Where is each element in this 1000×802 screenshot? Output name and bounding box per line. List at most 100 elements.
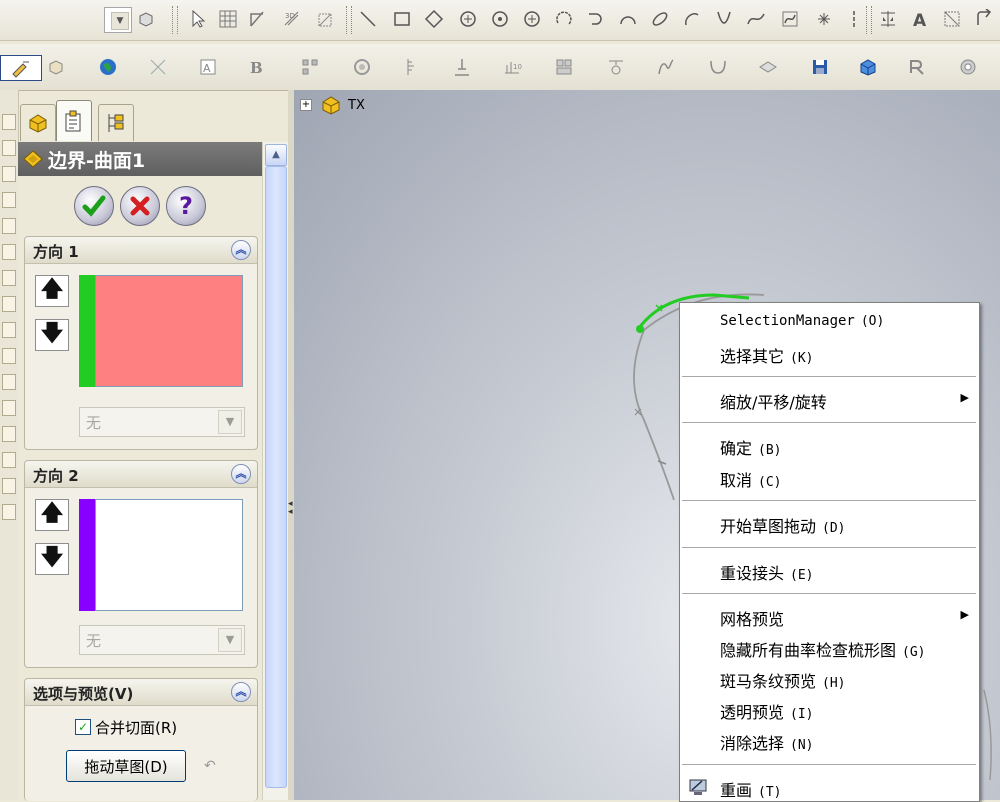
chevron-down-icon[interactable]: ▼	[218, 410, 242, 434]
cube-icon[interactable]	[134, 7, 158, 31]
revolve-icon[interactable]	[350, 55, 374, 79]
tab-property-manager[interactable]	[56, 100, 92, 141]
globe-icon[interactable]	[96, 55, 120, 79]
mirror-icon[interactable]	[876, 7, 900, 31]
menu-item-mesh-preview[interactable]: 网格预览	[720, 606, 784, 630]
centerline-icon[interactable]	[842, 7, 866, 31]
smart-dimension-icon[interactable]: 3D	[280, 7, 304, 31]
feature-icon[interactable]	[2, 374, 16, 390]
move-up-button[interactable]: 🡅	[35, 499, 69, 531]
feature-icon[interactable]	[2, 504, 16, 520]
surface-icon[interactable]	[756, 55, 780, 79]
tangent-arc-icon[interactable]	[584, 7, 608, 31]
layout-icon[interactable]	[298, 55, 322, 79]
display-style-icon[interactable]	[856, 55, 880, 79]
section-view-icon[interactable]	[450, 55, 474, 79]
drag-sketch-button[interactable]: 拖动草图(D)	[66, 750, 186, 782]
perimeter-circle-icon[interactable]	[488, 7, 512, 31]
measure-icon[interactable]: 10	[500, 55, 524, 79]
direction2-selection-box[interactable]	[95, 499, 243, 611]
ok-button[interactable]	[74, 186, 114, 226]
menu-item-clear-selections[interactable]: 消除选择 (N)	[720, 730, 814, 754]
line-icon[interactable]	[356, 7, 380, 31]
menu-item-reset-connectors[interactable]: 重设接头 (E)	[720, 560, 814, 584]
move-up-button[interactable]: 🡅	[35, 275, 69, 307]
extrude-icon[interactable]	[44, 55, 68, 79]
direction2-tangent-combo[interactable]: 无 ▼	[79, 625, 245, 655]
sketch-icon[interactable]	[246, 7, 270, 31]
sketch-endpoint[interactable]	[636, 325, 644, 333]
spline-icon[interactable]	[744, 7, 768, 31]
view-orientation-icon[interactable]	[552, 55, 576, 79]
feature-icon[interactable]	[2, 478, 16, 494]
sketch-pencil-icon[interactable]	[0, 55, 42, 81]
part-icon[interactable]	[320, 94, 344, 116]
ellipse-icon[interactable]	[648, 7, 672, 31]
curves-icon[interactable]	[654, 55, 678, 79]
help-button[interactable]: ?	[166, 186, 206, 226]
feature-icon[interactable]	[2, 166, 16, 182]
partial-ellipse-icon[interactable]	[680, 7, 704, 31]
options-header[interactable]: 选项与预览(V) ︽	[25, 679, 257, 706]
menu-item-zebra-preview[interactable]: 斑马条纹预览 (H)	[720, 668, 846, 692]
feature-icon[interactable]	[2, 426, 16, 442]
menu-item-transparent-preview[interactable]: 透明预览 (I)	[720, 699, 814, 723]
feature-icon[interactable]	[2, 296, 16, 312]
direction1-tangent-combo[interactable]: 无 ▼	[79, 407, 245, 437]
feature-icon[interactable]	[2, 244, 16, 260]
menu-item-selectionmanager[interactable]: SelectionManager (O)	[720, 313, 884, 329]
centerpoint-circle-icon[interactable]	[520, 7, 544, 31]
collapse-icon[interactable]: ︽	[231, 682, 251, 702]
tree-expander[interactable]: +	[300, 99, 312, 111]
grid-icon[interactable]	[216, 7, 240, 31]
toolbar-grip[interactable]	[346, 6, 352, 34]
feature-icon[interactable]	[2, 114, 16, 130]
helix-icon[interactable]	[706, 55, 730, 79]
menu-item-zoom-pan-rotate[interactable]: 缩放/平移/旋转	[720, 389, 827, 413]
cancel-button[interactable]	[120, 186, 160, 226]
sketch-curve[interactable]	[983, 689, 992, 781]
annotation-icon[interactable]: A	[196, 55, 220, 79]
toolbar-combo[interactable]: ▼	[104, 7, 132, 33]
menu-item-cancel[interactable]: 取消 (C)	[720, 467, 782, 491]
direction1-selection-box[interactable]	[95, 275, 243, 387]
polygon-icon[interactable]	[422, 7, 446, 31]
rectangle-icon[interactable]	[390, 7, 414, 31]
move-down-button[interactable]: 🡇	[35, 319, 69, 351]
toolbar-grip[interactable]	[866, 6, 872, 34]
dimension-style-icon[interactable]: B	[246, 55, 270, 79]
feature-icon[interactable]	[2, 322, 16, 338]
chevron-down-icon[interactable]: ▼	[111, 12, 129, 30]
chevron-down-icon[interactable]: ▼	[218, 628, 242, 652]
part-name[interactable]: TX	[348, 98, 365, 113]
menu-item-hide-curvature-combs[interactable]: 隐藏所有曲率检查梳形图 (G)	[720, 637, 926, 661]
feature-icon[interactable]	[2, 270, 16, 286]
feature-icon[interactable]	[2, 348, 16, 364]
collapse-icon[interactable]: ︽	[231, 240, 251, 260]
collapse-icon[interactable]: ︽	[231, 464, 251, 484]
save-icon[interactable]	[808, 55, 832, 79]
spline-on-surface-icon[interactable]	[778, 7, 802, 31]
sketch-picture-icon[interactable]	[940, 7, 964, 31]
menu-item-redraw[interactable]: 重画 (T)	[720, 777, 782, 801]
parabola-icon[interactable]	[712, 7, 736, 31]
property-manager-scrollbar[interactable]: ▲	[262, 142, 289, 800]
merge-tangent-checkbox[interactable]: ✓	[75, 719, 91, 735]
move-down-button[interactable]: 🡇	[35, 543, 69, 575]
menu-item-select-other[interactable]: 选择其它 (K)	[720, 343, 814, 367]
convert-entities-icon[interactable]	[972, 7, 996, 31]
point-icon[interactable]	[812, 7, 836, 31]
circle-icon[interactable]	[456, 7, 480, 31]
feature-icon[interactable]	[2, 140, 16, 156]
3point-arc-icon[interactable]	[616, 7, 640, 31]
feature-icon[interactable]	[2, 452, 16, 468]
feature-icon[interactable]	[2, 400, 16, 416]
tab-feature-manager[interactable]	[20, 104, 56, 141]
splitter-grip-icon[interactable]: ◂ ◂	[288, 500, 293, 517]
hole-wizard-icon[interactable]	[604, 55, 628, 79]
direction2-header[interactable]: 方向 2 ︽	[25, 461, 257, 488]
undo-icon[interactable]: ↶	[204, 758, 216, 774]
ruler-icon[interactable]	[402, 55, 426, 79]
toolbar-grip[interactable]	[172, 6, 178, 34]
menu-item-start-sketch-drag[interactable]: 开始草图拖动 (D)	[720, 513, 846, 537]
